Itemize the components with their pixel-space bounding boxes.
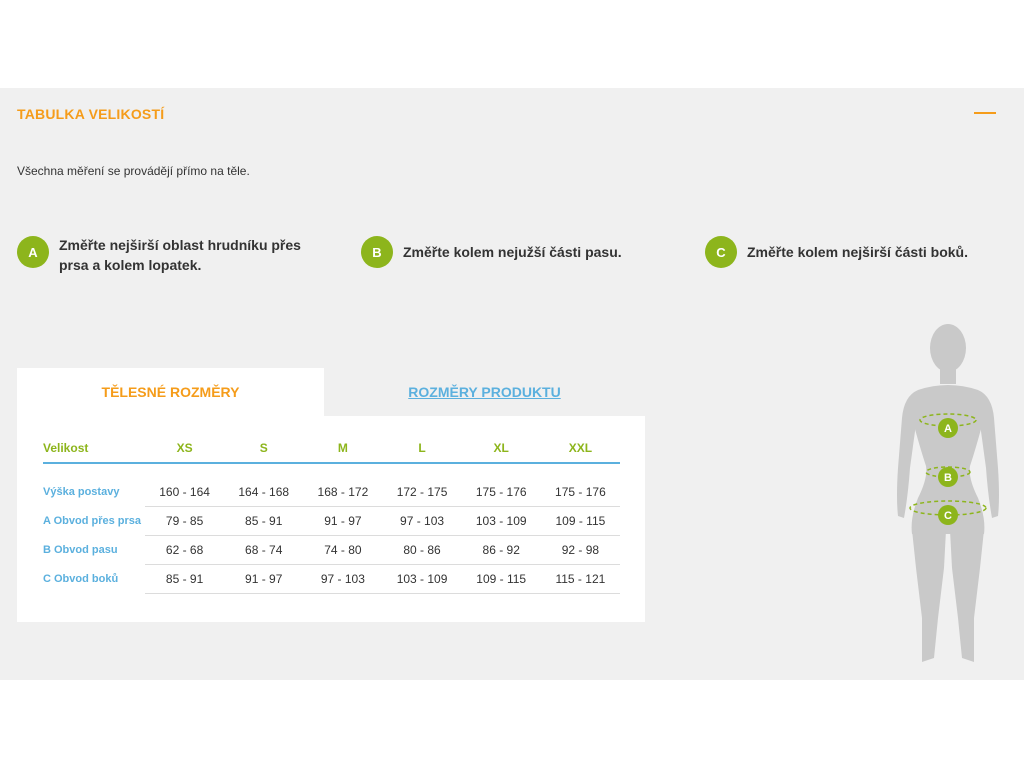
table-cell: 92 - 98 (540, 535, 620, 565)
step-badge-a: A (17, 236, 49, 268)
row-label: B Obvod pasu (43, 544, 118, 556)
tab-label-body: TĚLESNÉ ROZMĚRY (101, 384, 240, 400)
table-cell: 80 - 86 (382, 535, 462, 565)
silhouette-head (930, 324, 966, 372)
silhouette-left-leg (912, 530, 946, 662)
table-cell: 62 - 68 (145, 535, 225, 565)
row-label: Výška postavy (43, 486, 120, 499)
table-cell: 91 - 97 (303, 506, 383, 536)
silhouette-right-leg (950, 530, 984, 662)
column-header: M (303, 434, 383, 464)
step-badge-c: C (705, 236, 737, 268)
silhouette-neck (940, 368, 956, 384)
tab-label-product: ROZMĚRY PRODUKTU (408, 384, 561, 400)
size-table-card: Velikost XS S M L XL XXL Výška postavy 1… (17, 416, 645, 622)
panel-title: TABULKA VELIKOSTÍ (17, 106, 165, 122)
table-row: B Obvod pasu 62 - 68 68 - 74 74 - 80 80 … (43, 535, 620, 565)
measure-step-c: C Změřte kolem nejširší části boků. (705, 236, 968, 268)
body-silhouette-icon: A B C (897, 324, 999, 662)
table-cell: 68 - 74 (224, 535, 304, 565)
column-header: XL (461, 434, 541, 464)
marker-a-label: A (944, 423, 952, 435)
intro-text: Všechna měření se provádějí přímo na těl… (17, 164, 250, 178)
silhouette-shape (897, 324, 999, 662)
table-cell: 85 - 91 (145, 564, 225, 594)
table-cell: 86 - 92 (461, 535, 541, 565)
table-cell: 109 - 115 (540, 506, 620, 536)
table-cell: 115 - 121 (540, 564, 620, 594)
minus-icon (974, 112, 996, 114)
table-spacer (43, 463, 620, 478)
tab-product-measurements[interactable]: ROZMĚRY PRODUKTU (324, 368, 645, 416)
table-row: C Obvod boků 85 - 91 91 - 97 97 - 103 10… (43, 564, 620, 594)
table-cell: 168 - 172 (303, 478, 383, 507)
marker-c-label: C (944, 510, 952, 522)
row-label: C Obvod boků (43, 573, 119, 585)
table-cell: 97 - 103 (303, 564, 383, 594)
column-header: XS (145, 434, 225, 464)
table-cell: 103 - 109 (382, 564, 462, 594)
column-header: S (224, 434, 304, 464)
table-cell: 160 - 164 (145, 478, 225, 507)
table-cell: 109 - 115 (461, 564, 541, 594)
table-cell: 164 - 168 (224, 478, 304, 507)
tab-body-measurements[interactable]: TĚLESNÉ ROZMĚRY (17, 368, 324, 418)
table-cell: 85 - 91 (224, 506, 304, 536)
table-cell: 103 - 109 (461, 506, 541, 536)
step-text-c: Změřte kolem nejširší části boků. (747, 244, 968, 260)
collapse-button[interactable] (972, 104, 998, 122)
measure-step-b: B Změřte kolem nejužší části pasu. (361, 236, 622, 268)
size-table: Velikost XS S M L XL XXL Výška postavy 1… (43, 434, 620, 594)
column-header: L (382, 434, 462, 464)
silhouette-right-arm (978, 390, 999, 518)
column-header: Velikost (43, 434, 145, 464)
step-text-a: Změřte nejširší oblast hrudníku přes prs… (59, 237, 301, 273)
row-label: A Obvod přes prsa (43, 515, 142, 527)
table-cell: 175 - 176 (540, 478, 620, 507)
table-row: Výška postavy 160 - 164 164 - 168 168 - … (43, 478, 620, 507)
step-text-b: Změřte kolem nejužší části pasu. (403, 244, 622, 260)
measure-step-a: A Změřte nejširší oblast hrudníku přes p… (17, 236, 329, 275)
table-cell: 74 - 80 (303, 535, 383, 565)
column-header: XXL (540, 434, 620, 464)
table-cell: 172 - 175 (382, 478, 462, 507)
table-header-row: Velikost XS S M L XL XXL (43, 434, 620, 464)
table-cell: 79 - 85 (145, 506, 225, 536)
table-cell: 175 - 176 (461, 478, 541, 507)
step-badge-b: B (361, 236, 393, 268)
table-cell: 97 - 103 (382, 506, 462, 536)
table-row: A Obvod přes prsa 79 - 85 85 - 91 91 - 9… (43, 506, 620, 536)
table-cell: 91 - 97 (224, 564, 304, 594)
silhouette-left-arm (897, 390, 918, 518)
marker-b-label: B (944, 472, 952, 484)
